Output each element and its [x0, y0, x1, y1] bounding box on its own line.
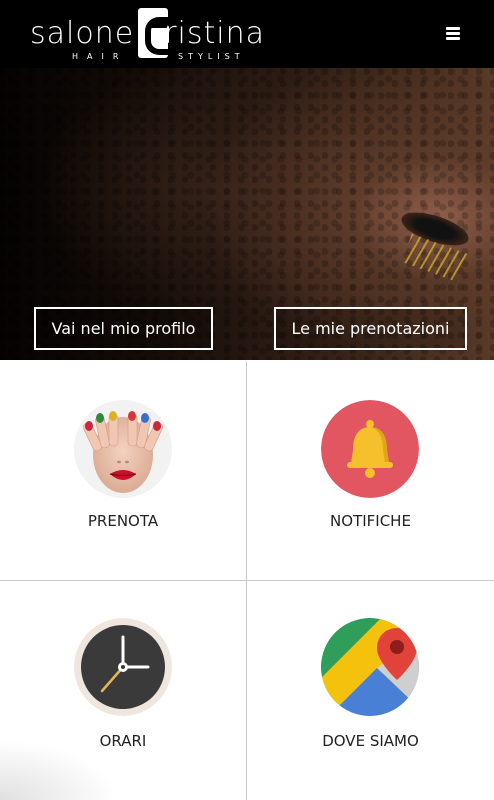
painted-nails-photo-icon — [74, 400, 172, 498]
logo-text-right: ristina — [164, 16, 265, 51]
logo-subtitle-right: STYLIST — [178, 52, 245, 61]
tile-orari[interactable]: ORARI — [0, 581, 247, 800]
salone-cristina-logo[interactable]: salone ristina HAIR STYLIST — [30, 8, 290, 64]
map-pin-icon — [321, 618, 419, 716]
menu-grid: PRENOTA NOTIFICHE ORARI DOVE SIAMO — [0, 360, 494, 800]
bell-icon — [321, 400, 419, 498]
tile-label-dove-siamo: DOVE SIAMO — [322, 732, 419, 750]
tile-label-orari: ORARI — [99, 732, 147, 750]
tile-notifiche[interactable]: NOTIFICHE — [247, 362, 494, 581]
hamburger-menu-icon[interactable] — [446, 27, 460, 41]
clock-icon — [74, 618, 172, 716]
tile-label-notifiche: NOTIFICHE — [330, 512, 411, 530]
app-header: salone ristina HAIR STYLIST — [0, 0, 494, 68]
tile-prenota[interactable]: PRENOTA — [0, 362, 247, 581]
tile-dove-siamo[interactable]: DOVE SIAMO — [247, 581, 494, 800]
logo-text-left: salone — [30, 16, 135, 51]
logo-subtitle-left: HAIR — [72, 52, 128, 61]
my-bookings-button[interactable]: Le mie prenotazioni — [274, 307, 467, 350]
logo-c-mark-icon — [138, 8, 173, 58]
hero-banner: Vai nel mio profilo Le mie prenotazioni — [0, 68, 494, 360]
tile-label-prenota: PRENOTA — [87, 512, 159, 530]
my-profile-button[interactable]: Vai nel mio profilo — [34, 307, 213, 350]
